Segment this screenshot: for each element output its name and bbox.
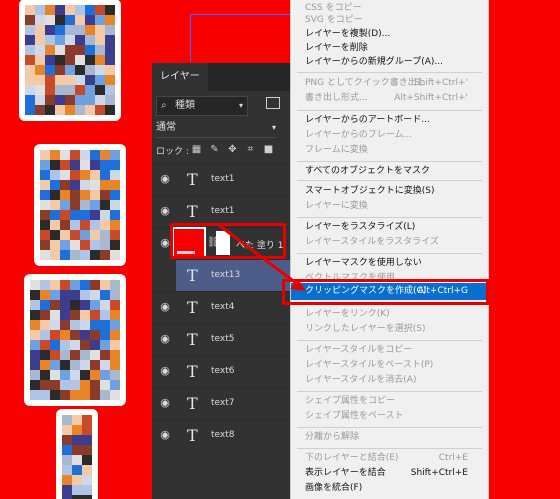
annotation-arrow: [219, 224, 306, 291]
